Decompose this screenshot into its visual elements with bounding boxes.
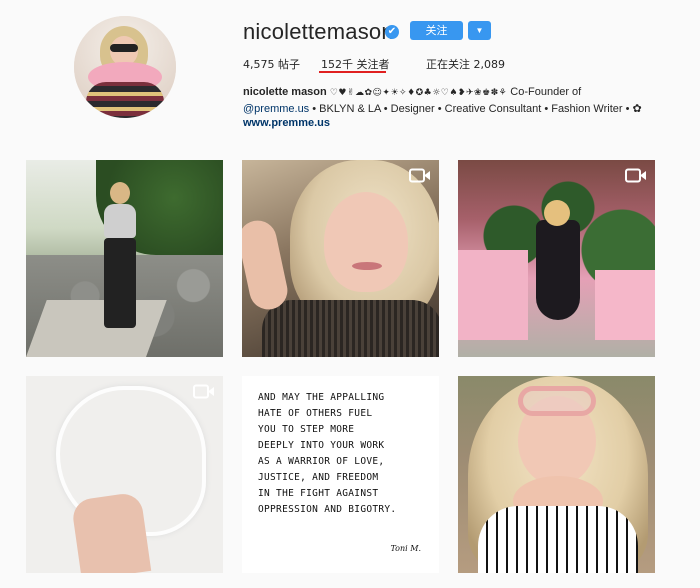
bio-handle-link[interactable]: @premme.us — [243, 103, 309, 115]
post-lips — [352, 262, 382, 270]
post-black-dress — [536, 220, 580, 320]
follow-button[interactable]: 关注 — [410, 21, 463, 40]
post-signature: Toni M. — [390, 544, 421, 553]
verified-badge-icon: ✔ — [385, 25, 399, 39]
post-thumbnail-1[interactable] — [26, 160, 223, 357]
post-thumbnail-3[interactable] — [458, 160, 655, 357]
post-person-head — [544, 200, 570, 226]
video-camera-icon — [625, 168, 646, 183]
post-person-top — [104, 204, 136, 238]
video-camera-icon — [193, 384, 214, 399]
post-sheer-top — [262, 300, 439, 357]
avatar-sunglasses — [110, 44, 138, 52]
post-pink-sunglasses — [518, 386, 596, 416]
bio-full-name: nicolette mason — [243, 86, 327, 98]
quote-line: DEEPLY INTO YOUR WORK — [258, 440, 385, 451]
chevron-down-icon[interactable]: ▼ — [468, 21, 491, 40]
post-hand — [70, 491, 152, 573]
post-thumbnail-5[interactable]: AND MAY THE APPALLING HATE OF OTHERS FUE… — [242, 376, 439, 573]
avatar-striped-sweater — [86, 82, 164, 118]
profile-bio: nicolette mason ♡♥✌☁✿☺✦☀✧♦✪♣☼♡♠❥✈❀♚✽⚘ Co… — [243, 84, 683, 117]
followers-count[interactable]: 152千 关注者 — [321, 56, 390, 72]
bio-cofounder-text: Co-Founder of — [507, 86, 582, 98]
followers-red-underline — [319, 71, 386, 73]
post-thumbnail-4[interactable] — [26, 376, 223, 573]
post-path — [26, 300, 167, 357]
post-person-legs — [104, 238, 136, 328]
profile-username: nicolettemason — [243, 19, 394, 44]
profile-avatar[interactable] — [74, 16, 176, 118]
quote-line: JUSTICE, AND FREEDOM — [258, 472, 379, 483]
quote-line: OPPRESSION AND BIGOTRY. — [258, 504, 397, 515]
post-face — [324, 192, 408, 292]
quote-line: HATE OF OTHERS FUEL — [258, 408, 373, 419]
post-swimsuit — [478, 506, 638, 573]
video-camera-icon — [409, 168, 430, 183]
profile-website-link[interactable]: www.premme.us — [243, 117, 330, 129]
post-thumbnail-6[interactable] — [458, 376, 655, 573]
quote-line: AS A WARRIOR OF LOVE, — [258, 456, 385, 467]
post-quote-text: AND MAY THE APPALLING HATE OF OTHERS FUE… — [258, 390, 428, 518]
post-pink-planter-right — [595, 270, 655, 340]
posts-count: 4,575 帖子 — [243, 58, 300, 71]
post-thumbnail-2[interactable] — [242, 160, 439, 357]
quote-line: IN THE FIGHT AGAINST — [258, 488, 379, 499]
post-hand — [242, 217, 291, 313]
post-pink-planter-left — [458, 250, 528, 340]
post-person-head — [110, 182, 130, 204]
quote-line: AND MAY THE APPALLING — [258, 392, 385, 403]
bio-emoji-row: ♡♥✌☁✿☺✦☀✧♦✪♣☼♡♠❥✈❀♚✽⚘ — [329, 88, 508, 98]
quote-line: YOU TO STEP MORE — [258, 424, 355, 435]
bio-description: • BKLYN & LA • Designer • Creative Consu… — [309, 103, 642, 115]
following-count[interactable]: 正在关注 2,089 — [426, 56, 505, 72]
